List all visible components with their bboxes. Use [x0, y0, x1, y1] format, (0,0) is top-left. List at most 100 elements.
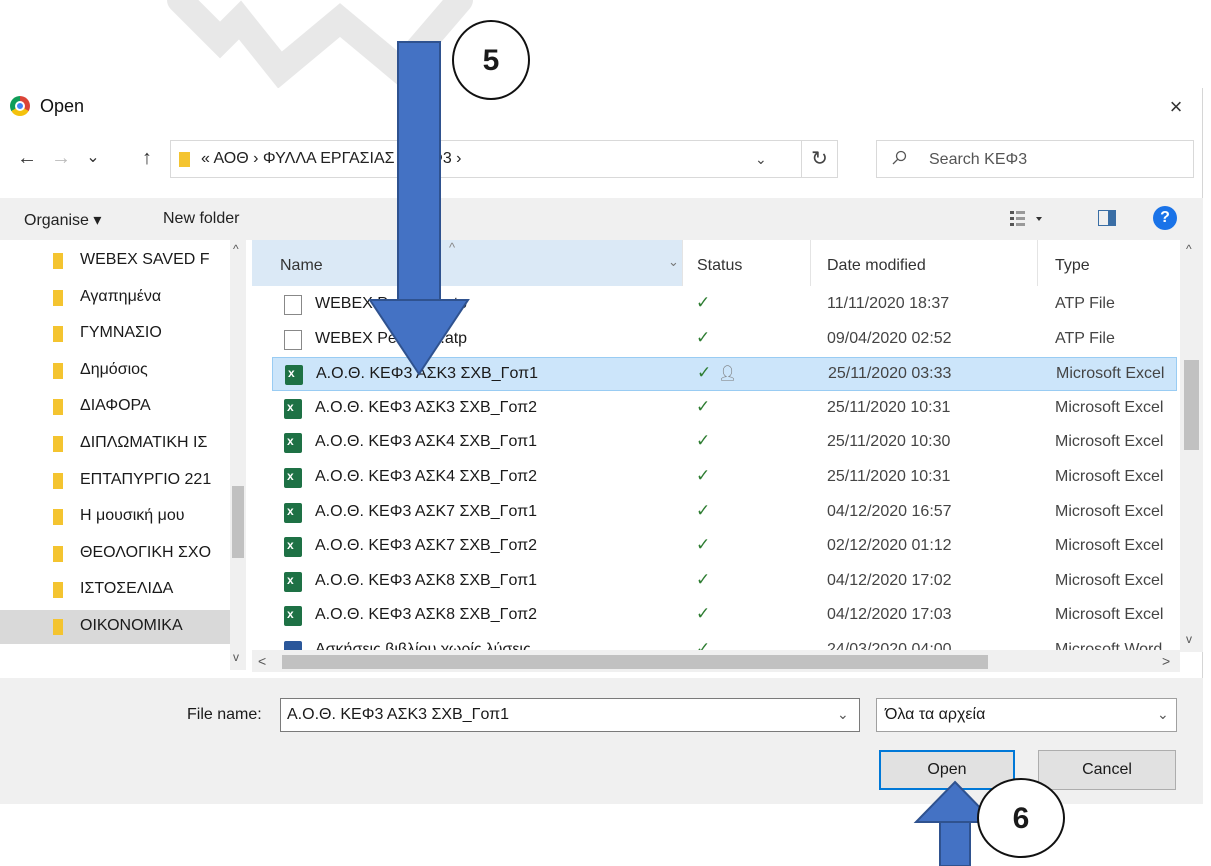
- sidebar-item-label: Η μουσική μου: [80, 507, 185, 525]
- sync-status-icon: ✓: [696, 569, 711, 589]
- sidebar-item[interactable]: ΟΙΚΟΝΟΜΙΚΑ: [0, 610, 232, 644]
- sidebar-item[interactable]: ΔΙΑΦΟΡΑ: [0, 390, 232, 424]
- column-name[interactable]: Name: [280, 257, 323, 275]
- sidebar-item[interactable]: Δημόσιος: [0, 354, 232, 388]
- scroll-left-icon[interactable]: <: [258, 653, 266, 669]
- sidebar-item[interactable]: ΓΥΜΝΑΣΙΟ: [0, 317, 232, 351]
- forward-arrow-icon[interactable]: →: [48, 144, 74, 172]
- folder-icon: [53, 509, 63, 526]
- file-name-label: File name:: [187, 706, 262, 723]
- nav-scrollbar-thumb[interactable]: [232, 486, 244, 558]
- file-name: Α.Ο.Θ. ΚΕΦ3 ΑΣΚ4 ΣΧΒ_Γοπ1: [315, 433, 538, 451]
- file-date: 04/12/2020 17:03: [827, 606, 952, 624]
- excel-file-icon: [284, 502, 302, 523]
- sync-status-icon: ✓: [696, 535, 711, 555]
- chevron-down-icon[interactable]: ⌄: [668, 254, 679, 270]
- chevron-down-icon[interactable]: ⌄: [1157, 706, 1169, 723]
- sidebar-item-label: ΔΙΠΛΩΜΑΤΙΚΗ ΙΣ: [80, 434, 208, 451]
- horizontal-scrollbar[interactable]: < >: [252, 650, 1180, 672]
- sidebar-item-label: ΕΠΤΑΠΥΡΓΙΟ 221: [80, 470, 212, 488]
- excel-file-icon: [284, 571, 302, 592]
- sync-status-icon: ✓: [696, 396, 711, 416]
- refresh-button[interactable]: ↻: [802, 140, 838, 178]
- file-type-value: Όλα τα αρχεία: [885, 706, 986, 723]
- folder-icon: [53, 326, 63, 343]
- sidebar-item-label: ΘΕΟΛΟΓΙΚΗ ΣΧΟ: [80, 543, 212, 561]
- view-options-icon[interactable]: [1008, 208, 1048, 230]
- sidebar-item[interactable]: Η μουσική μου: [0, 500, 232, 534]
- sidebar-item[interactable]: Αγαπημένα: [0, 281, 232, 315]
- file-row[interactable]: Α.Ο.Θ. ΚΕΦ3 ΑΣΚ8 ΣΧΒ_Γοπ1 ✓ 04/12/2020 17:…: [272, 565, 1177, 599]
- shared-person-icon: 👤︎: [718, 365, 738, 383]
- column-date-modified[interactable]: Date modified: [827, 257, 926, 275]
- scroll-down-icon[interactable]: v: [233, 650, 239, 664]
- file-row[interactable]: Α.Ο.Θ. ΚΕΦ3 ΑΣΚ3 ΣΧΒ_Γοπ2 ✓ 25/11/2020 10:…: [272, 392, 1177, 426]
- chevron-down-icon[interactable]: ⌄: [755, 151, 767, 168]
- folder-icon: [53, 362, 63, 379]
- sidebar-item-label: ΙΣΤΟΣΕΛΙΔΑ: [80, 580, 174, 598]
- column-divider[interactable]: [1037, 240, 1038, 286]
- sidebar-item-label: ΟΙΚΟΝΟΜΙΚΑ: [80, 617, 183, 634]
- file-name: Α.Ο.Θ. ΚΕΦ3 ΑΣΚ8 ΣΧΒ_Γοπ1: [315, 571, 538, 589]
- file-list-scrollbar-thumb[interactable]: [1184, 360, 1199, 450]
- file-date: 02/12/2020 01:12: [827, 537, 952, 555]
- column-divider[interactable]: [810, 240, 811, 286]
- recent-locations-icon[interactable]: ⌄: [80, 144, 106, 172]
- file-type-select[interactable]: Όλα τα αρχεία ⌄: [876, 698, 1177, 732]
- excel-file-icon: [284, 468, 302, 488]
- file-date: 04/12/2020 17:02: [827, 571, 952, 589]
- file-row[interactable]: Α.Ο.Θ. ΚΕΦ3 ΑΣΚ7 ΣΧΒ_Γοπ1 ✓ 04/12/2020 16:…: [272, 496, 1177, 530]
- file-row[interactable]: Α.Ο.Θ. ΚΕΦ3 ΑΣΚ7 ΣΧΒ_Γοπ2 ✓ 02/12/2020 01:…: [272, 530, 1177, 564]
- sidebar-item[interactable]: ΘΕΟΛΟΓΙΚΗ ΣΧΟ: [0, 537, 232, 571]
- file-row[interactable]: Α.Ο.Θ. ΚΕΦ3 ΑΣΚ8 ΣΧΒ_Γοπ2 ✓ 04/12/2020 17:…: [272, 599, 1177, 633]
- sidebar-item-label: Δημόσιος: [80, 360, 148, 378]
- column-divider[interactable]: [682, 240, 683, 286]
- file-list-scrollbar[interactable]: ^ v: [1180, 240, 1203, 652]
- sidebar-item[interactable]: ΕΠΤΑΠΥΡΓΙΟ 221: [0, 464, 232, 498]
- page: Open × ← → ⌄ ↑ « ΑΟΘ › ΦΥΛΛΑ ΕΡΓΑΣΙΑΣ › …: [0, 0, 1211, 866]
- up-arrow-icon[interactable]: ↑: [134, 144, 160, 172]
- sync-status-icon: ✓: [696, 293, 711, 312]
- scroll-down-icon[interactable]: v: [1186, 632, 1192, 646]
- preview-pane-icon[interactable]: [1098, 210, 1116, 226]
- sync-status-icon: ✓: [697, 363, 712, 383]
- nav-scrollbar[interactable]: ^ v: [230, 240, 246, 670]
- file-name-input[interactable]: [287, 705, 827, 725]
- folder-icon: [53, 545, 63, 562]
- column-type[interactable]: Type: [1055, 257, 1090, 275]
- sidebar-item[interactable]: WEBEX SAVED F: [0, 244, 232, 278]
- excel-file-icon: [284, 398, 302, 419]
- sync-status-icon: ✓: [696, 604, 711, 624]
- sidebar-item[interactable]: ΙΣΤΟΣΕΛΙΔΑ: [0, 573, 232, 607]
- file-row[interactable]: Α.Ο.Θ. ΚΕΦ3 ΑΣΚ4 ΣΧΒ_Γοπ2 ✓ 25/11/2020 10:…: [272, 461, 1177, 495]
- cancel-button[interactable]: Cancel: [1038, 750, 1176, 790]
- back-arrow-icon[interactable]: ←: [14, 144, 40, 172]
- close-button[interactable]: ×: [1158, 92, 1194, 122]
- file-name-combo[interactable]: ⌄: [280, 698, 860, 732]
- scroll-up-icon[interactable]: ^: [233, 242, 239, 256]
- file-type: Microsoft Excel: [1055, 606, 1164, 624]
- sidebar-item[interactable]: ΔΙΠΛΩΜΑΤΙΚΗ ΙΣ: [0, 427, 232, 461]
- file-type: Microsoft Excel: [1055, 398, 1164, 416]
- file-type: Microsoft Excel: [1055, 571, 1164, 589]
- scroll-right-icon[interactable]: >: [1162, 653, 1170, 669]
- sidebar-item-label: WEBEX SAVED F: [80, 251, 210, 268]
- scroll-up-icon[interactable]: ^: [1186, 242, 1192, 256]
- file-date: 09/04/2020 02:52: [827, 329, 952, 347]
- search-input[interactable]: [929, 149, 1179, 171]
- file-type: Microsoft Excel: [1055, 468, 1164, 485]
- organise-button[interactable]: Organise ▾: [24, 210, 101, 230]
- column-status[interactable]: Status: [697, 257, 742, 275]
- horizontal-scrollbar-thumb[interactable]: [282, 655, 988, 669]
- file-type: Microsoft Excel: [1056, 365, 1165, 383]
- chevron-down-icon[interactable]: ⌄: [837, 706, 849, 723]
- folder-icon: [53, 253, 63, 269]
- sync-status-icon: ✓: [696, 327, 711, 347]
- dialog-title: Open: [40, 96, 85, 116]
- new-folder-button[interactable]: New folder: [163, 210, 239, 228]
- folder-icon: [53, 436, 63, 452]
- help-icon[interactable]: ?: [1153, 206, 1177, 230]
- folder-icon: [53, 582, 63, 599]
- search-box[interactable]: [876, 140, 1194, 178]
- file-row[interactable]: Α.Ο.Θ. ΚΕΦ3 ΑΣΚ4 ΣΧΒ_Γοπ1 ✓ 25/11/2020 10:…: [272, 426, 1177, 460]
